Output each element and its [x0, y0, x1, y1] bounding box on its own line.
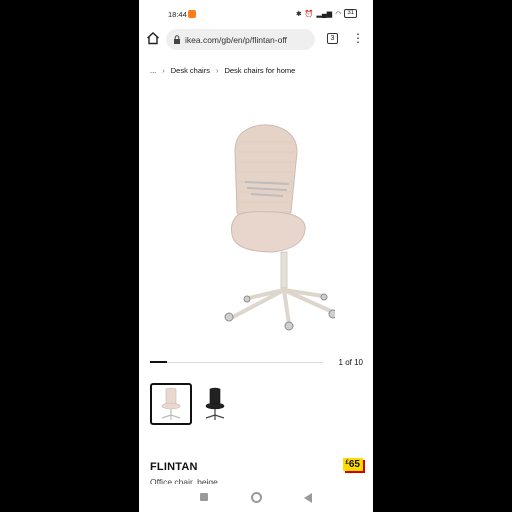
battery-icon: 31 [344, 9, 357, 18]
notification-icon [188, 10, 196, 18]
chevron-right-icon: › [215, 66, 219, 75]
chair-thumbnail-beige [161, 387, 181, 420]
alarm-icon: ⏰ [304, 10, 314, 18]
chair-thumbnail-black [205, 387, 225, 420]
product-description: Office chair, beige [150, 477, 218, 484]
product-image[interactable] [175, 112, 335, 342]
address-bar[interactable]: ikea.com/gb/en/p/flintan-off [166, 29, 315, 50]
back-button[interactable] [304, 493, 312, 503]
status-time: 18:44 [168, 10, 187, 19]
browser-toolbar: ikea.com/gb/en/p/flintan-off 3 ⋮ [139, 27, 373, 53]
wifi-icon: ◠ [335, 10, 342, 18]
product-name: FLINTAN [150, 461, 198, 473]
breadcrumb: ... › Desk chairs › Desk chairs for home [150, 66, 295, 75]
carousel-counter: 1 of 10 [338, 358, 363, 367]
more-menu-icon[interactable]: ⋮ [352, 32, 364, 46]
navigation-bar [139, 484, 373, 512]
home-button[interactable] [251, 492, 262, 503]
thumbnail-beige[interactable] [150, 383, 192, 425]
price-tag: £ 65 [342, 458, 363, 471]
carousel-progress [150, 361, 323, 363]
recents-button[interactable] [200, 493, 208, 501]
chevron-right-icon: › [162, 66, 165, 75]
url-text: ikea.com/gb/en/p/flintan-off [185, 34, 287, 45]
breadcrumb-desk-chairs-home[interactable]: Desk chairs for home [224, 66, 295, 75]
phone-screen: 18:44 ✱ ⏰ ▂▄▆ ◠ 31 ikea.com/gb/en/p/flin… [139, 0, 373, 512]
home-icon[interactable] [146, 31, 160, 45]
status-bar: 18:44 ✱ ⏰ ▂▄▆ ◠ 31 [139, 0, 373, 27]
bluetooth-icon: ✱ [295, 10, 302, 18]
signal-icon: ▂▄▆ [316, 10, 333, 18]
carousel-progress-fill [150, 361, 168, 363]
thumbnail-black[interactable] [194, 383, 236, 425]
tabs-button[interactable]: 3 [327, 33, 338, 44]
lock-icon [174, 35, 180, 44]
price-value: 65 [348, 459, 360, 470]
breadcrumb-desk-chairs[interactable]: Desk chairs [171, 66, 210, 75]
breadcrumb-ellipsis[interactable]: ... [150, 66, 156, 75]
status-icons: ✱ ⏰ ▂▄▆ ◠ 31 [296, 9, 357, 18]
